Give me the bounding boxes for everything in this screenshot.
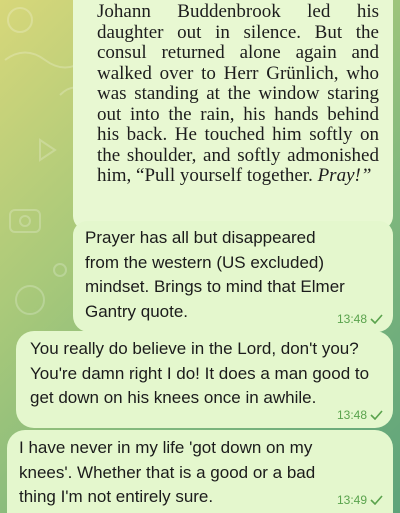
message-meta: 13:49 [337,493,383,507]
message-text: Prayer has all but disappeared from the … [85,228,345,321]
message-bubble[interactable]: I have never in my life 'got down on my … [7,430,393,513]
message-bubble[interactable]: Prayer has all but disappeared from the … [73,221,393,332]
single-check-icon [370,314,383,324]
quoted-passage-emphasis: Pray!” [317,165,372,186]
message-meta: 13:48 [337,312,383,326]
single-check-icon [370,410,383,420]
message-text: You really do believe in the Lord, don't… [30,339,370,407]
message-time: 13:48 [336,312,367,326]
message-time: 13:48 [336,408,367,422]
single-check-icon [370,495,383,505]
message-text: I have never in my life 'got down on my … [19,438,316,506]
quoted-passage-text: Johann Buddenbrook led his daughter out … [97,1,379,186]
message-meta: 13:48 [337,408,383,422]
message-time: 13:49 [336,493,367,507]
quoted-book-passage-bubble: Johann Buddenbrook led his daughter out … [73,0,393,230]
message-bubble[interactable]: You really do believe in the Lord, don't… [16,331,393,428]
